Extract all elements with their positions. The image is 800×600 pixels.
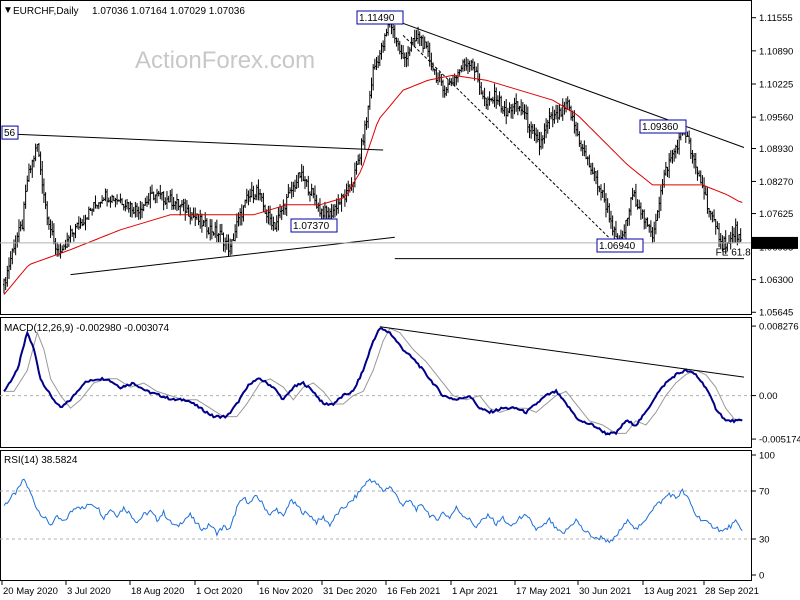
- price-tick-label: 1.11555: [759, 13, 793, 24]
- menu-glyph[interactable]: ▼: [3, 5, 13, 16]
- price-label-text: 1.09360: [642, 122, 679, 133]
- price-panel[interactable]: [0, 0, 752, 315]
- rsi-tick-label: 100: [759, 451, 775, 462]
- price-label-text: 1.06940: [599, 241, 636, 252]
- macd-tick-label: 0.00: [759, 391, 778, 402]
- macd-line: [3, 327, 743, 436]
- price-tick-label: 1.09560: [759, 113, 793, 124]
- date-label: 16 Feb 2021: [387, 586, 440, 597]
- date-label: 18 Aug 2020: [131, 586, 184, 597]
- price-tick-label: 1.08930: [759, 144, 793, 155]
- macd-label: MACD(12,26,9) -0.002980 -0.003074: [4, 323, 170, 334]
- symbol-label: EURCHF,Daily: [13, 6, 79, 17]
- trendline: [12, 133, 384, 151]
- trendline: [402, 35, 620, 249]
- ohlc-label: 1.07036 1.07164 1.07029 1.07036: [92, 6, 245, 17]
- date-label: 17 May 2021: [516, 586, 571, 597]
- date-label: 31 Dec 2020: [323, 586, 377, 597]
- fib-label: FE 61.8: [716, 248, 751, 259]
- date-label: 13 Aug 2021: [644, 586, 697, 597]
- macd-trendline: [379, 326, 745, 378]
- price-layer: 1.11490 1.09360 1.07370 1.06940 56 FE 61.8: [0, 10, 751, 295]
- rsi-tick-label: 0: [759, 571, 764, 582]
- price-tick-label: 1.10225: [759, 79, 793, 90]
- rsi-label: RSI(14) 38.5824: [4, 455, 78, 466]
- price-tick-label: 1.10890: [759, 46, 793, 57]
- price-label-text: 1.07370: [293, 221, 330, 232]
- macd-tick-label: -0.005174: [759, 435, 800, 446]
- rsi-line: [3, 478, 743, 544]
- price-tick-label: 1.07625: [759, 209, 793, 220]
- macd-layer: [0, 326, 751, 436]
- date-label: 3 Jul 2020: [67, 586, 111, 597]
- axis-layer: 1.11555 1.10890 1.10225 1.09560 1.08930 1.082…: [1, 13, 800, 597]
- watermark: ActionForex.com: [135, 47, 315, 74]
- date-label: 1 Apr 2021: [452, 586, 498, 597]
- current-price-label: 1.07036: [758, 239, 792, 250]
- rsi-tick-label: 30: [759, 535, 770, 546]
- moving-average-line: [3, 74, 743, 295]
- date-label: 30 Jun 2021: [579, 586, 631, 597]
- price-label-text: 1.11490: [359, 13, 395, 24]
- date-label: 20 May 2020: [3, 586, 58, 597]
- rsi-tick-label: 70: [759, 487, 770, 498]
- price-tick-label: 1.05645: [759, 308, 793, 319]
- macd-tick-label: 0.008276: [759, 322, 799, 333]
- price-tick-label: 1.08270: [759, 177, 793, 188]
- date-label: 28 Sep 2021: [705, 586, 759, 597]
- price-tick-label: 1.06300: [759, 275, 793, 286]
- date-label: 16 Nov 2020: [259, 586, 313, 597]
- price-label-text: 56: [4, 128, 16, 139]
- forex-chart[interactable]: ActionForex.com ▼ EURCHF,Daily 1.07036 1…: [0, 0, 800, 600]
- date-label: 1 Oct 2020: [196, 586, 242, 597]
- rsi-panel[interactable]: [0, 450, 752, 581]
- rsi-layer: [0, 478, 751, 544]
